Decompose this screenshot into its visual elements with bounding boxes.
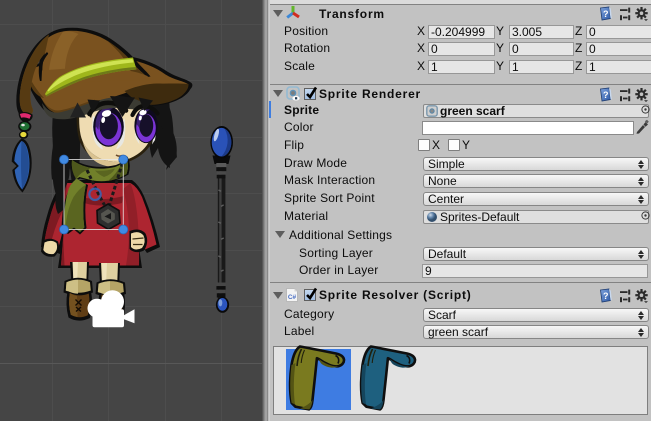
- svg-text:?: ?: [603, 90, 609, 100]
- svg-text:C#: C#: [288, 294, 297, 301]
- svg-text:?: ?: [603, 9, 609, 19]
- svg-text:?: ?: [603, 291, 609, 301]
